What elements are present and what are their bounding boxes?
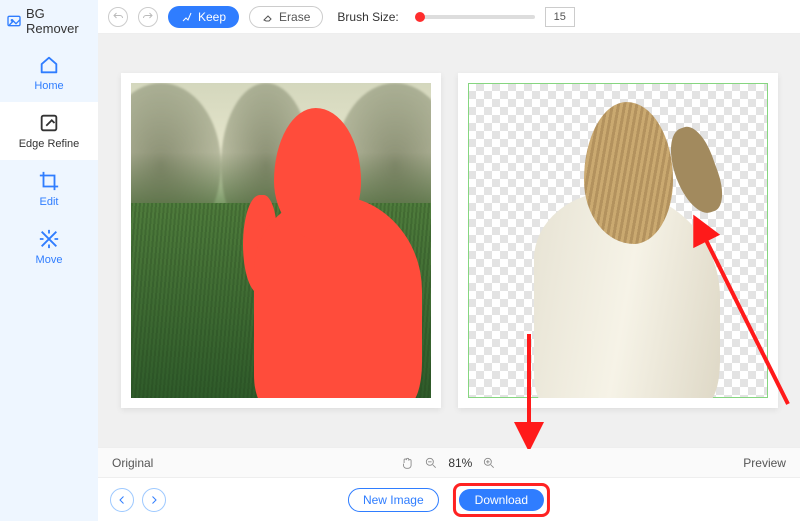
sidebar-item-home[interactable]: Home	[0, 44, 98, 102]
redo-icon	[142, 11, 154, 23]
original-image	[131, 83, 431, 398]
preview-panel[interactable]	[458, 73, 778, 408]
sidebar-item-label: Home	[34, 80, 63, 92]
erase-button[interactable]: Erase	[249, 6, 323, 28]
prev-button[interactable]	[110, 488, 134, 512]
annotation-highlight: Download	[453, 483, 550, 517]
workspace	[98, 34, 800, 447]
edge-refine-icon	[38, 112, 60, 134]
chevron-left-icon	[116, 494, 128, 506]
sidebar-item-move[interactable]: Move	[0, 218, 98, 276]
preview-image	[468, 83, 768, 398]
hand-icon[interactable]	[400, 456, 414, 470]
brush-icon	[181, 11, 193, 23]
sidebar-item-edit[interactable]: Edit	[0, 160, 98, 218]
download-button[interactable]: Download	[459, 489, 544, 511]
brush-size-value[interactable]: 15	[545, 7, 575, 27]
home-icon	[38, 54, 60, 76]
toolbar: Keep Erase Brush Size: 15	[98, 0, 800, 34]
brand-label: BG Remover	[26, 6, 92, 36]
sidebar-item-label: Edge Refine	[19, 138, 80, 150]
status-bar: Original 81% Preview	[98, 447, 800, 477]
preview-label: Preview	[743, 456, 786, 470]
chevron-right-icon	[148, 494, 160, 506]
undo-button[interactable]	[108, 7, 128, 27]
slider-thumb[interactable]	[415, 12, 425, 22]
sidebar-item-label: Edit	[40, 196, 59, 208]
original-panel[interactable]	[121, 73, 441, 408]
original-label: Original	[112, 456, 153, 470]
next-button[interactable]	[142, 488, 166, 512]
undo-icon	[112, 11, 124, 23]
zoom-out-icon[interactable]	[424, 456, 438, 470]
footer: New Image Download	[98, 477, 800, 521]
crop-icon	[38, 170, 60, 192]
sidebar-item-label: Move	[36, 254, 63, 266]
keep-button[interactable]: Keep	[168, 6, 239, 28]
redo-button[interactable]	[138, 7, 158, 27]
keep-label: Keep	[198, 10, 226, 24]
eraser-icon	[262, 11, 274, 23]
sidebar-item-edge-refine[interactable]: Edge Refine	[0, 102, 98, 160]
brand-icon	[6, 13, 22, 29]
zoom-in-icon[interactable]	[482, 456, 496, 470]
move-icon	[38, 228, 60, 250]
brand: BG Remover	[0, 0, 98, 44]
keep-mask-overlay	[254, 108, 422, 398]
main: Keep Erase Brush Size: 15	[98, 0, 800, 521]
brush-size-slider[interactable]	[415, 15, 535, 19]
zoom-controls: 81%	[400, 456, 496, 470]
erase-label: Erase	[279, 10, 310, 24]
brush-size-label: Brush Size:	[337, 10, 398, 24]
new-image-button[interactable]: New Image	[348, 488, 439, 512]
zoom-level: 81%	[448, 456, 472, 470]
sidebar: BG Remover Home Edge Refine Edit	[0, 0, 98, 521]
